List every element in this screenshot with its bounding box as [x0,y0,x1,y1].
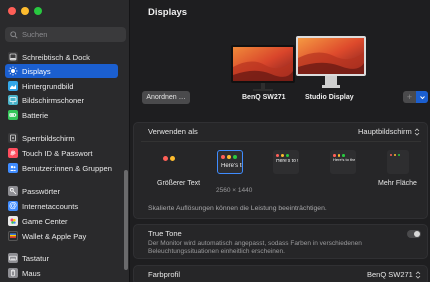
sidebar-item-label: Internetaccounts [22,201,79,211]
color-profile-value: BenQ SW271 [367,270,413,279]
close-button[interactable] [8,7,16,15]
sidebar-item-tastatur[interactable]: Tastatur [5,251,118,265]
sidebar-item-label: Wallet & Apple Pay [22,231,87,241]
sidebar-item-label: Hintergrundbild [22,81,74,91]
color-profile-popup[interactable]: BenQ SW271 [367,270,421,279]
fingerprint-icon [8,148,18,158]
lock-screen-icon [8,133,18,143]
true-tone-description-2: Beleuchtungssituationen einheitlich ersc… [148,248,285,255]
sidebar-item-maus[interactable]: Maus [5,266,118,280]
sidebar-item-label: Bildschirmschoner [22,95,85,105]
game-center-icon [8,216,18,226]
sidebar-item-label: Game Center [22,216,68,226]
resolution-label-selected: 2560 × 1440 [216,187,253,194]
at-icon: @ [8,201,18,211]
sidebar-item-label: Benutzer:innen & Gruppen [22,163,112,173]
sidebar-item-game-center[interactable]: Game Center [5,214,118,228]
monitor-studio-display-label: Studio Display [305,94,354,101]
wallet-icon [8,231,18,241]
mouse-icon [8,268,18,278]
sidebar-item-label: Passwörter [22,186,60,196]
arrange-button[interactable]: Anordnen … [142,91,190,104]
sidebar-item-schreibtisch-dock[interactable]: Schreibtisch & Dock [5,50,118,64]
wallpaper-icon [8,81,18,91]
resolution-option-3[interactable]: Here's to t troublema [273,150,299,174]
chevron-down-icon[interactable] [416,91,428,103]
sidebar-item-label: Schreibtisch & Dock [22,52,90,62]
sidebar-item-wallet[interactable]: Wallet & Apple Pay [5,229,118,243]
keyboard-icon [8,253,18,263]
sidebar-item-displays[interactable]: Displays [5,64,118,78]
users-icon [8,163,18,173]
updown-chevron-icon [415,270,421,279]
sidebar-item-label: Touch ID & Passwort [22,148,93,158]
key-icon [8,186,18,196]
search-input[interactable] [22,30,122,39]
add-display-control[interactable]: + [403,91,428,103]
color-profile-label: Farbprofil [148,270,181,279]
sidebar-item-hintergrundbild[interactable]: Hintergrundbild [5,79,118,93]
sidebar-item-batterie[interactable]: Batterie [5,108,118,122]
sidebar-item-touch-id[interactable]: Touch ID & Passwort [5,146,118,160]
main-pane: Displays Anordnen … BenQ SW271 Studio Di… [131,0,430,282]
sidebar-item-label: Displays [22,66,51,76]
window-controls [8,7,42,15]
dock-icon [8,52,18,62]
search-icon [10,30,18,39]
search-field[interactable] [5,27,126,42]
resolution-label-larger-text: Größerer Text [157,180,201,187]
true-tone-description-1: Der Monitor wird automatisch angepasst, … [148,240,362,247]
resolution-sample-text: Here's to t troublema [276,159,298,164]
sidebar-item-bildschirmschoner[interactable]: Bildschirmschoner [5,93,118,107]
monitor-benq-label: BenQ SW271 [242,94,286,101]
sidebar-item-label: Sperrbildschirm [22,133,75,143]
resolution-label-more-space: Mehr Fläche [378,180,417,187]
sidebar-item-label: Batterie [22,110,49,120]
sidebar-item-passwoerter[interactable]: Passwörter [5,184,118,198]
divider [141,141,421,142]
sidebar-item-benutzer[interactable]: Benutzer:innen & Gruppen [5,161,118,175]
use-as-value: Hauptbildschirm [358,127,412,136]
use-as-label: Verwenden als [148,127,198,136]
resolution-sample-text: Here's troubles [221,163,242,169]
true-tone-label: True Tone [148,229,182,238]
sidebar-item-internetaccounts[interactable]: @ Internetaccounts [5,199,118,213]
sidebar-item-label: Tastatur [22,253,50,263]
resolution-option-larger-text[interactable] [160,150,186,174]
sidebar-item-sperrbildschirm[interactable]: Sperrbildschirm [5,131,118,145]
resolution-option-2560x1440[interactable]: Here's troubles [217,150,243,174]
resolution-sample-text: Here's to the c troublemakers [333,158,355,162]
battery-icon [8,110,18,120]
sidebar: Schreibtisch & Dock Displays Hintergrund… [0,0,130,282]
resolution-option-more-space[interactable] [387,150,409,174]
resolution-note: Skalierte Auflösungen können die Leistun… [148,205,327,212]
zoom-button[interactable] [34,7,42,15]
screensaver-icon [8,95,18,105]
true-tone-toggle[interactable] [407,230,421,238]
monitor-benq-icon[interactable] [231,45,295,93]
monitor-studio-display-icon[interactable] [296,36,366,90]
updown-chevron-icon [414,127,420,136]
minimize-button[interactable] [21,7,29,15]
sidebar-scrollbar[interactable] [124,170,128,270]
page-title: Displays [148,7,188,18]
sun-icon [8,66,18,76]
sidebar-item-label: Maus [22,268,41,278]
add-display-button[interactable]: + [403,91,416,103]
resolution-option-4[interactable]: Here's to the c troublemakers [330,150,356,174]
use-as-popup[interactable]: Hauptbildschirm [358,127,420,136]
